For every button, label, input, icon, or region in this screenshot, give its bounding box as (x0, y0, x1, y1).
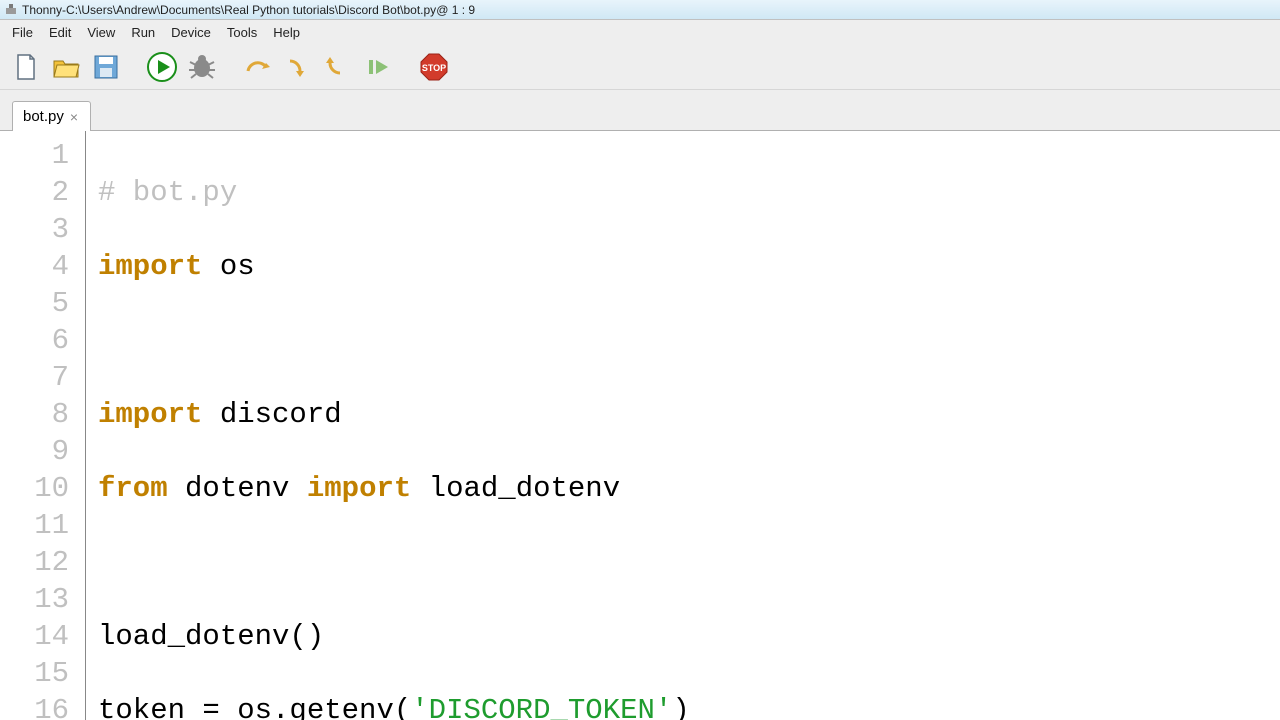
step-over-icon[interactable] (240, 49, 276, 85)
tab-bot-py[interactable]: bot.py × (12, 101, 91, 131)
file-path: C:\Users\Andrew\Documents\Real Python tu… (66, 3, 436, 17)
menu-device[interactable]: Device (163, 22, 219, 43)
line-number: 16 (0, 692, 69, 720)
line-number: 6 (0, 322, 69, 359)
code-line: # bot.py (98, 174, 1280, 211)
line-number: 10 (0, 470, 69, 507)
toolbar: STOP (0, 44, 1280, 90)
step-out-icon[interactable] (320, 49, 356, 85)
close-icon[interactable]: × (70, 109, 78, 125)
tabbar: bot.py × (0, 90, 1280, 130)
code-line (98, 322, 1280, 359)
debug-icon[interactable] (184, 49, 220, 85)
line-number: 1 (0, 137, 69, 174)
menu-file[interactable]: File (4, 22, 41, 43)
menu-help[interactable]: Help (265, 22, 308, 43)
code-line: import os (98, 248, 1280, 285)
menu-view[interactable]: View (79, 22, 123, 43)
tab-label: bot.py (23, 108, 64, 125)
line-number: 13 (0, 581, 69, 618)
stop-icon[interactable]: STOP (416, 49, 452, 85)
code-line: from dotenv import load_dotenv (98, 470, 1280, 507)
editor: 1 2 3 4 5 6 7 8 9 10 11 12 13 14 15 16 #… (0, 130, 1280, 720)
line-number-gutter: 1 2 3 4 5 6 7 8 9 10 11 12 13 14 15 16 (0, 131, 86, 720)
save-file-icon[interactable] (88, 49, 124, 85)
line-number: 8 (0, 396, 69, 433)
line-number: 12 (0, 544, 69, 581)
app-icon (4, 3, 18, 17)
line-number: 5 (0, 285, 69, 322)
line-number: 4 (0, 248, 69, 285)
run-icon[interactable] (144, 49, 180, 85)
app-name: Thonny (22, 3, 62, 17)
code-line: token = os.getenv('DISCORD_TOKEN') (98, 692, 1280, 720)
step-into-icon[interactable] (280, 49, 316, 85)
code-line: load_dotenv() (98, 618, 1280, 655)
line-number: 14 (0, 618, 69, 655)
menu-run[interactable]: Run (123, 22, 163, 43)
resume-icon[interactable] (360, 49, 396, 85)
cursor-position: @ 1 : 9 (436, 3, 475, 17)
menubar: File Edit View Run Device Tools Help (0, 20, 1280, 44)
line-number: 11 (0, 507, 69, 544)
code-area[interactable]: # bot.py import os import discord from d… (86, 131, 1280, 720)
code-line (98, 544, 1280, 581)
line-number: 3 (0, 211, 69, 248)
new-file-icon[interactable] (8, 49, 44, 85)
line-number: 7 (0, 359, 69, 396)
menu-tools[interactable]: Tools (219, 22, 265, 43)
line-number: 9 (0, 433, 69, 470)
titlebar: Thonny - C:\Users\Andrew\Documents\Real … (0, 0, 1280, 20)
open-file-icon[interactable] (48, 49, 84, 85)
code-line: import discord (98, 396, 1280, 433)
line-number: 2 (0, 174, 69, 211)
svg-text:STOP: STOP (422, 63, 446, 73)
line-number: 15 (0, 655, 69, 692)
menu-edit[interactable]: Edit (41, 22, 79, 43)
